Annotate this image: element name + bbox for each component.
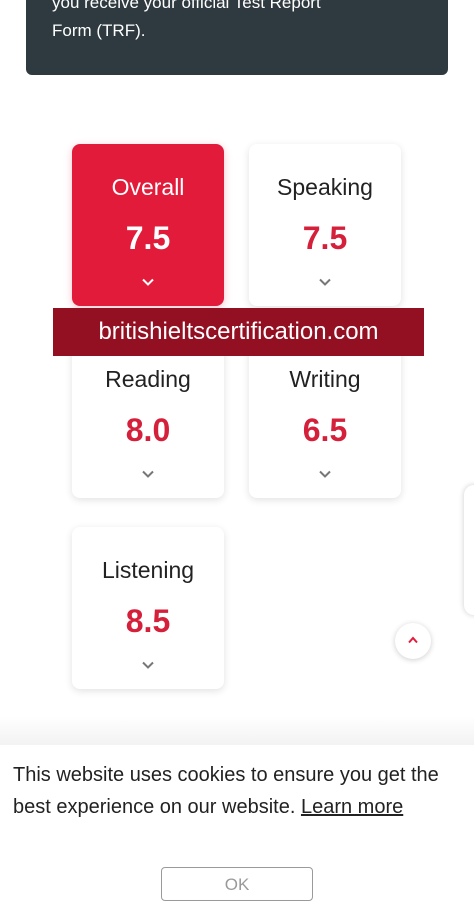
cookie-consent-bar: This website uses cookies to ensure you … <box>0 745 474 917</box>
score-card-reading[interactable]: Reading 8.0 <box>72 336 224 498</box>
score-card-label: Writing <box>289 366 361 392</box>
score-card-value: 8.0 <box>125 412 171 448</box>
chevron-down-icon <box>319 470 331 478</box>
score-card-speaking[interactable]: Speaking 7.5 <box>249 144 401 306</box>
chevron-down-icon <box>319 278 331 286</box>
learn-more-link[interactable]: Learn more <box>301 796 403 818</box>
chevron-down-icon <box>142 470 154 478</box>
score-card-label: Speaking <box>277 174 373 200</box>
watermark-banner: britishieltscertification.com <box>53 308 424 356</box>
score-card-value: 7.5 <box>125 220 171 256</box>
score-card-value: 7.5 <box>302 220 348 256</box>
score-card-value: 6.5 <box>302 412 348 448</box>
chevron-down-icon <box>142 278 154 286</box>
notice-text-line-1: you receive your official Test Report <box>52 0 321 12</box>
score-card-listening[interactable]: Listening 8.5 <box>72 527 224 689</box>
score-card-writing[interactable]: Writing 6.5 <box>249 336 401 498</box>
score-card-label: Reading <box>105 366 191 392</box>
chevron-up-icon <box>408 636 418 644</box>
trf-notice-box: you receive your official Test Report Fo… <box>26 0 448 75</box>
chevron-down-icon <box>142 661 154 669</box>
score-card-label: Overall <box>111 174 185 200</box>
score-card-value: 8.5 <box>125 603 171 639</box>
score-card-overall[interactable]: Overall 7.5 <box>72 144 224 306</box>
score-card-label: Listening <box>101 557 195 583</box>
notice-text-line-2: Form (TRF). <box>52 21 146 40</box>
side-edge-tab[interactable] <box>464 485 474 615</box>
ok-button[interactable]: OK <box>161 867 313 901</box>
cookie-message: This website uses cookies to ensure you … <box>13 759 463 823</box>
scroll-to-top-button[interactable] <box>395 623 431 659</box>
